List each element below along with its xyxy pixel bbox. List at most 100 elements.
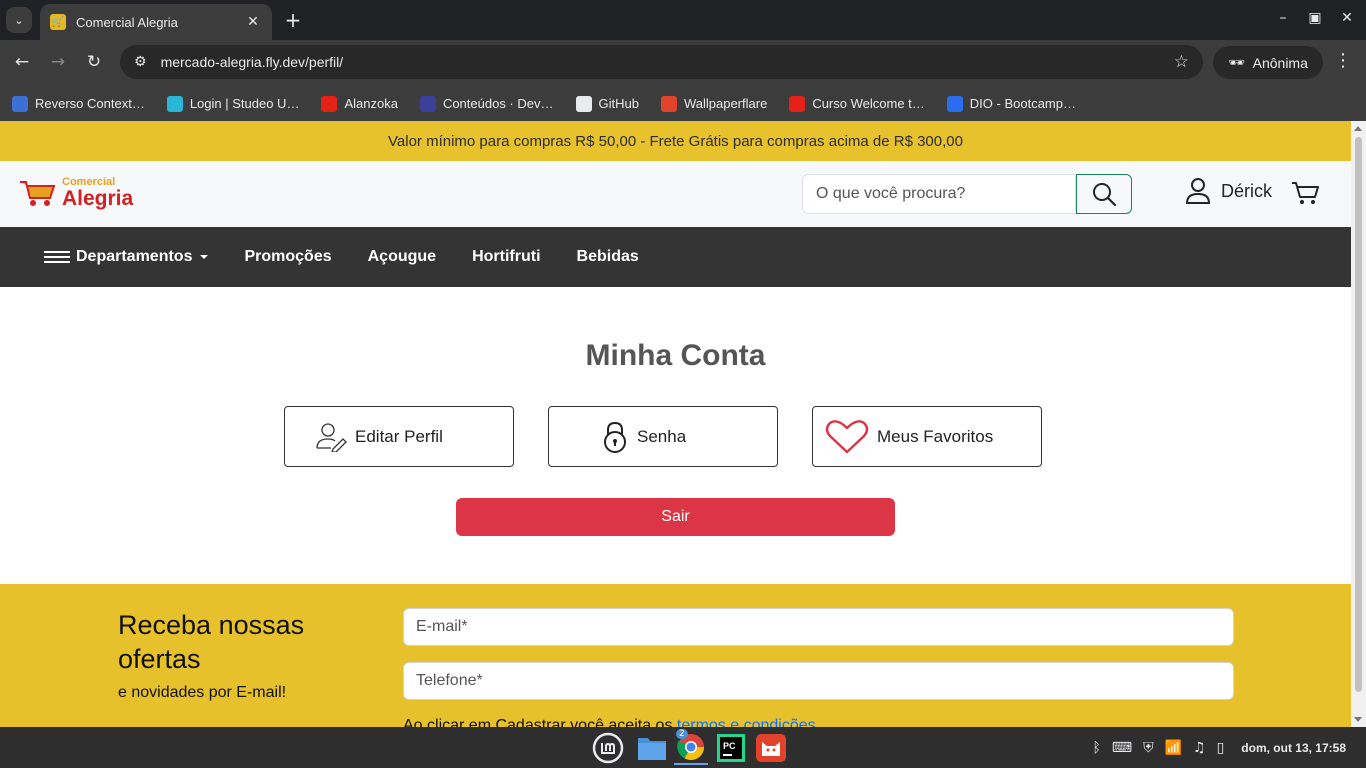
scroll-down-arrow-icon[interactable] bbox=[1354, 717, 1362, 722]
bookmark-label: Login | Studeo U… bbox=[189, 96, 300, 111]
bookmark-favicon-icon bbox=[789, 95, 806, 112]
logo-text-big: Alegria bbox=[62, 187, 134, 210]
keyboard-layout-icon[interactable]: ⌨ bbox=[1112, 740, 1132, 756]
bookmark-item[interactable]: GitHub bbox=[575, 95, 639, 112]
scroll-thumb[interactable] bbox=[1355, 137, 1362, 692]
nav-item-bebidas[interactable]: Bebidas bbox=[577, 248, 639, 266]
terms-link[interactable]: termos e condições bbox=[677, 717, 816, 727]
url-text[interactable]: mercado-alegria.fly.dev/perfil/ bbox=[161, 54, 1174, 70]
departments-label: Departamentos bbox=[76, 248, 193, 265]
minimize-icon[interactable]: – bbox=[1274, 10, 1292, 26]
favorites-button[interactable]: Meus Favoritos bbox=[812, 406, 1042, 467]
bookmark-star-icon[interactable]: ☆ bbox=[1174, 52, 1189, 72]
password-label: Senha bbox=[637, 426, 687, 446]
bookmark-favicon-icon bbox=[946, 95, 963, 112]
bookmark-label: GitHub bbox=[598, 96, 639, 111]
svg-text:PC: PC bbox=[723, 741, 736, 751]
back-arrow-icon[interactable]: ← bbox=[11, 52, 33, 72]
maximize-icon[interactable]: ▣ bbox=[1306, 10, 1324, 26]
bookmark-item[interactable]: Curso Welcome t… bbox=[789, 95, 925, 112]
pycharm-app-icon[interactable]: PC bbox=[714, 731, 748, 765]
newsletter-title: Receba nossas ofertas bbox=[118, 610, 305, 674]
edit-profile-button[interactable]: Editar Perfil bbox=[284, 406, 514, 467]
hamburger-menu-icon bbox=[44, 250, 70, 264]
bluetooth-icon[interactable]: ᛒ bbox=[1092, 740, 1100, 756]
site-header: Comercial Alegria O que você procura? Dé… bbox=[0, 161, 1351, 227]
email-field[interactable]: E-mail* bbox=[403, 608, 1234, 646]
bookmark-label: Reverso Context… bbox=[35, 96, 145, 111]
new-tab-button[interactable]: + bbox=[282, 8, 304, 32]
site-logo[interactable]: Comercial Alegria bbox=[18, 177, 133, 209]
terms-notice: Ao clicar em Cadastrar você aceita os te… bbox=[403, 717, 816, 727]
music-note-icon[interactable]: ♫ bbox=[1193, 740, 1206, 756]
mint-menu-icon[interactable] bbox=[591, 731, 625, 765]
bookmark-item[interactable]: Alanzoka bbox=[321, 95, 398, 112]
cart-icon bbox=[1292, 182, 1319, 204]
linux-mint-logo-icon bbox=[592, 732, 624, 764]
search-button[interactable] bbox=[1076, 174, 1132, 214]
reload-icon[interactable]: ↻ bbox=[83, 52, 105, 72]
password-button[interactable]: Senha bbox=[548, 406, 778, 467]
battery-icon[interactable]: ▯ bbox=[1217, 740, 1225, 756]
nav-item-hortifruti[interactable]: Hortifruti bbox=[472, 248, 540, 266]
shield-icon[interactable]: ⛨ bbox=[1143, 740, 1154, 756]
incognito-profile-button[interactable]: 🕶 Anônima bbox=[1213, 46, 1323, 79]
cart-button[interactable] bbox=[1291, 181, 1319, 209]
bookmark-favicon-icon bbox=[660, 95, 677, 112]
bookmark-item[interactable]: Login | Studeo U… bbox=[166, 95, 300, 112]
user-account-link[interactable]: Dérick bbox=[1185, 177, 1272, 205]
logo-cart-icon bbox=[20, 181, 56, 206]
edit-profile-label: Editar Perfil bbox=[355, 426, 443, 446]
departments-dropdown[interactable]: Departamentos bbox=[44, 248, 209, 266]
favorites-label: Meus Favoritos bbox=[877, 426, 994, 446]
browser-tab-active[interactable]: 🛒 Comercial Alegria ✕ bbox=[40, 4, 272, 40]
profile-label: Anônima bbox=[1252, 54, 1308, 71]
bookmark-favicon-icon bbox=[419, 95, 436, 112]
edit-user-icon bbox=[316, 422, 347, 452]
nav-item-promocoes[interactable]: Promoções bbox=[244, 248, 331, 266]
bookmark-label: Alanzoka bbox=[344, 96, 398, 111]
page-title: Minha Conta bbox=[585, 339, 766, 372]
phone-field[interactable]: Telefone* bbox=[403, 662, 1234, 700]
close-icon[interactable]: ✕ bbox=[244, 14, 262, 30]
chrome-app-icon[interactable]: 2 bbox=[674, 729, 708, 765]
terms-text: Ao clicar em Cadastrar você aceita os bbox=[403, 717, 677, 727]
search-input[interactable]: O que você procura? bbox=[802, 174, 1076, 214]
caret-down-icon bbox=[200, 255, 209, 259]
main-navigation: Departamentos Promoções Açougue Hortifru… bbox=[0, 227, 1351, 287]
page-scrollbar[interactable] bbox=[1351, 121, 1366, 727]
more-menu-icon[interactable]: ⋮ bbox=[1333, 50, 1353, 71]
tab-title: Comercial Alegria bbox=[76, 14, 178, 30]
wifi-icon[interactable]: 📶 bbox=[1165, 740, 1182, 756]
nav-item-acougue[interactable]: Açougue bbox=[368, 248, 436, 266]
user-name: Dérick bbox=[1221, 180, 1273, 201]
logout-button[interactable]: Sair bbox=[456, 498, 895, 536]
bookmark-label: Curso Welcome t… bbox=[812, 96, 925, 111]
window-close-icon[interactable]: ✕ bbox=[1338, 10, 1356, 26]
chrome-window-count-badge: 2 bbox=[676, 729, 688, 739]
bookmark-favicon-icon bbox=[321, 95, 338, 112]
heart-icon bbox=[825, 419, 869, 453]
account-section: Minha Conta Editar Perfil Senha Meus Fav… bbox=[0, 287, 1351, 584]
bookmark-item[interactable]: Reverso Context… bbox=[12, 95, 145, 112]
forward-arrow-icon[interactable]: → bbox=[47, 52, 69, 72]
system-tray: ᛒ ⌨ ⛨ 📶 ♫ ▯ dom, out 13, 17:58 bbox=[1092, 727, 1366, 768]
address-bar[interactable]: ⚙ mercado-alegria.fly.dev/perfil/ ☆ bbox=[120, 45, 1203, 79]
tab-search-button[interactable]: ⌄ bbox=[6, 7, 32, 33]
bookmark-favicon-icon bbox=[575, 95, 592, 112]
bookmark-label: Wallpaperflare bbox=[683, 96, 768, 111]
promo-banner: Valor mínimo para compras R$ 50,00 - Fre… bbox=[0, 121, 1351, 161]
scroll-up-arrow-icon[interactable] bbox=[1354, 126, 1362, 131]
site-info-icon[interactable]: ⚙ bbox=[134, 54, 147, 70]
os-taskbar: 2 PC ᛒ ⌨ ⛨ 📶 ♫ ▯ dom, out 13, 17:58 bbox=[0, 727, 1366, 768]
bookmark-item[interactable]: Wallpaperflare bbox=[660, 95, 768, 112]
fox-icon bbox=[756, 734, 786, 762]
bookmark-item[interactable]: DIO - Bootcamp… bbox=[946, 95, 1076, 112]
fox-app-icon[interactable] bbox=[754, 731, 788, 765]
system-clock[interactable]: dom, out 13, 17:58 bbox=[1241, 741, 1346, 755]
browser-tabstrip: ⌄ 🛒 Comercial Alegria ✕ + – ▣ ✕ bbox=[0, 0, 1366, 40]
page-viewport: Valor mínimo para compras R$ 50,00 - Fre… bbox=[0, 121, 1351, 727]
bookmark-item[interactable]: Conteúdos · Dev… bbox=[419, 95, 554, 112]
files-app-icon[interactable] bbox=[635, 731, 669, 765]
bookmark-favicon-icon bbox=[166, 95, 183, 112]
